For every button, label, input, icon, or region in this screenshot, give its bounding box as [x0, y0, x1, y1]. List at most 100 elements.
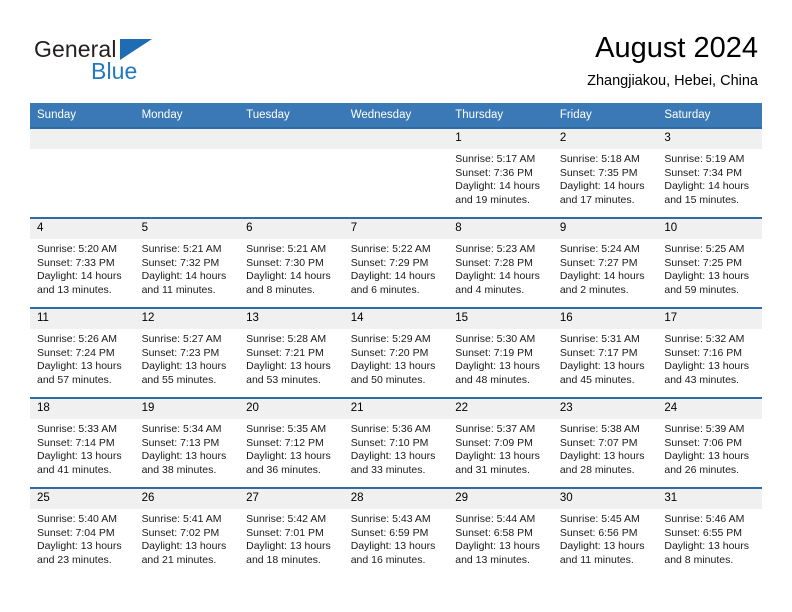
day-number — [134, 129, 240, 149]
day-details: Sunrise: 5:28 AM Sunset: 7:21 PM Daylight:… — [239, 329, 344, 387]
day-number: 12 — [134, 309, 240, 329]
sunset-text: Sunset: 7:12 PM — [246, 436, 324, 449]
day-number: 15 — [448, 309, 553, 329]
sunset-text: Sunset: 7:04 PM — [37, 526, 115, 539]
sunrise-text: Sunrise: 5:30 AM — [455, 333, 536, 345]
day-number: 6 — [239, 219, 344, 239]
calendar-day-cell[interactable]: 11 Sunrise: 5:26 AM Sunset: 7:24 PM Dayligh… — [30, 307, 135, 398]
calendar-day-cell[interactable]: 26 Sunrise: 5:41 AM Sunset: 7:02 PM Dayligh… — [134, 487, 240, 577]
calendar-day-cell[interactable]: 29 Sunrise: 5:44 AM Sunset: 6:58 PM Dayligh… — [448, 487, 553, 577]
logo-text-blue: Blue — [91, 58, 138, 84]
calendar-day-cell[interactable]: 21 Sunrise: 5:36 AM Sunset: 7:10 PM Dayligh… — [343, 397, 449, 488]
calendar-day-cell[interactable]: 7 Sunrise: 5:22 AM Sunset: 7:29 PM Daylight… — [343, 217, 449, 308]
day-number: 1 — [448, 129, 553, 149]
sunset-text: Sunset: 7:29 PM — [350, 256, 429, 269]
daylight-line1-text: Daylight: 13 hours — [455, 360, 540, 373]
daylight-line1-text: Daylight: 13 hours — [246, 360, 331, 373]
sunset-text: Sunset: 7:06 PM — [664, 436, 743, 449]
day-number: 25 — [30, 489, 135, 509]
calendar-day-cell[interactable]: 12 Sunrise: 5:27 AM Sunset: 7:23 PM Dayligh… — [134, 307, 240, 398]
day-details: Sunrise: 5:27 AM Sunset: 7:23 PM Daylight:… — [135, 329, 240, 387]
sunset-text: Sunset: 7:16 PM — [664, 346, 743, 359]
day-number: 22 — [448, 399, 553, 419]
calendar-day-cell[interactable]: 5 Sunrise: 5:21 AM Sunset: 7:32 PM Daylight… — [134, 217, 240, 308]
daylight-line1-text: Daylight: 14 hours — [559, 270, 645, 283]
calendar-day-cell[interactable]: 20 Sunrise: 5:35 AM Sunset: 7:12 PM Dayligh… — [239, 397, 344, 488]
calendar-day-cell[interactable]: 4 Sunrise: 5:20 AM Sunset: 7:33 PM Daylight… — [30, 217, 135, 308]
weekday-header-tuesday: Tuesday — [239, 103, 344, 128]
sunrise-text: Sunrise: 5:42 AM — [246, 513, 327, 525]
day-number: 17 — [657, 309, 762, 329]
daylight-line2-text: and 31 minutes. — [455, 463, 530, 476]
sunset-text: Sunset: 6:55 PM — [664, 526, 743, 539]
calendar-day-cell[interactable]: 14 Sunrise: 5:29 AM Sunset: 7:20 PM Dayligh… — [343, 307, 449, 398]
calendar-day-cell[interactable]: 6 Sunrise: 5:21 AM Sunset: 7:30 PM Daylight… — [239, 217, 344, 308]
daylight-line1-text: Daylight: 13 hours — [559, 450, 645, 463]
daylight-line2-text: and 33 minutes. — [350, 463, 426, 476]
calendar-day-cell[interactable]: 24 Sunrise: 5:39 AM Sunset: 7:06 PM Dayligh… — [657, 397, 762, 488]
calendar-day-cell[interactable]: 13 Sunrise: 5:28 AM Sunset: 7:21 PM Dayligh… — [239, 307, 344, 398]
day-details: Sunrise: 5:38 AM Sunset: 7:07 PM Daylight:… — [553, 419, 658, 477]
day-number: 18 — [30, 399, 135, 419]
sunrise-text: Sunrise: 5:26 AM — [37, 333, 117, 345]
calendar-day-cell[interactable]: 22 Sunrise: 5:37 AM Sunset: 7:09 PM Dayligh… — [448, 397, 553, 488]
sunset-text: Sunset: 7:27 PM — [559, 256, 638, 269]
sunset-text: Sunset: 7:23 PM — [141, 346, 220, 359]
calendar-day-cell[interactable]: 16 Sunrise: 5:31 AM Sunset: 7:17 PM Dayligh… — [552, 307, 658, 398]
daylight-line1-text: Daylight: 13 hours — [559, 360, 645, 373]
daylight-line2-text: and 19 minutes. — [455, 193, 530, 206]
calendar-day-cell[interactable]: 31 Sunrise: 5:46 AM Sunset: 6:55 PM Dayligh… — [657, 487, 762, 577]
day-number: 3 — [657, 129, 762, 149]
calendar-day-cell[interactable]: 1 Sunrise: 5:17 AM Sunset: 7:36 PM Daylight… — [448, 127, 553, 218]
sunrise-text: Sunrise: 5:40 AM — [37, 513, 117, 525]
calendar-day-cell[interactable]: 30 Sunrise: 5:45 AM Sunset: 6:56 PM Dayligh… — [552, 487, 658, 577]
calendar-day-cell[interactable]: 2 Sunrise: 5:18 AM Sunset: 7:35 PM Daylight… — [552, 127, 658, 218]
calendar-day-cell[interactable]: 8 Sunrise: 5:23 AM Sunset: 7:28 PM Daylight… — [448, 217, 553, 308]
calendar-week-row: 4 Sunrise: 5:20 AM Sunset: 7:33 PM Daylight… — [30, 217, 762, 308]
generalblue-logo[interactable]: General Blue — [34, 36, 234, 92]
calendar-day-cell[interactable]: 17 Sunrise: 5:32 AM Sunset: 7:16 PM Dayligh… — [657, 307, 762, 398]
daylight-line1-text: Daylight: 14 hours — [350, 270, 436, 283]
day-number: 30 — [552, 489, 658, 509]
daylight-line1-text: Daylight: 13 hours — [350, 540, 436, 553]
daylight-line2-text: and 6 minutes. — [350, 283, 420, 296]
calendar-day-cell[interactable]: 15 Sunrise: 5:30 AM Sunset: 7:19 PM Dayligh… — [448, 307, 553, 398]
day-number: 7 — [343, 219, 449, 239]
calendar-day-cell[interactable]: 28 Sunrise: 5:43 AM Sunset: 6:59 PM Dayligh… — [343, 487, 449, 577]
calendar-day-cell[interactable]: 25 Sunrise: 5:40 AM Sunset: 7:04 PM Dayligh… — [30, 487, 135, 577]
sunrise-text: Sunrise: 5:22 AM — [350, 243, 431, 255]
calendar-day-cell[interactable]: 10 Sunrise: 5:25 AM Sunset: 7:25 PM Dayligh… — [657, 217, 762, 308]
daylight-line1-text: Daylight: 14 hours — [246, 270, 331, 283]
sunrise-text: Sunrise: 5:34 AM — [141, 423, 222, 435]
calendar-day-cell[interactable]: 9 Sunrise: 5:24 AM Sunset: 7:27 PM Daylight… — [552, 217, 658, 308]
daylight-line1-text: Daylight: 13 hours — [664, 540, 750, 553]
weekday-header-wednesday: Wednesday — [343, 103, 449, 128]
daylight-line2-text: and 36 minutes. — [246, 463, 321, 476]
sunrise-text: Sunrise: 5:32 AM — [664, 333, 745, 345]
day-details: Sunrise: 5:17 AM Sunset: 7:36 PM Daylight:… — [448, 149, 553, 207]
calendar-day-cell[interactable]: 27 Sunrise: 5:42 AM Sunset: 7:01 PM Dayligh… — [239, 487, 344, 577]
daylight-line2-text: and 2 minutes. — [559, 283, 629, 296]
sunset-text: Sunset: 7:01 PM — [246, 526, 324, 539]
weekday-header-monday: Monday — [134, 103, 240, 128]
daylight-line1-text: Daylight: 13 hours — [141, 540, 227, 553]
calendar-day-cell[interactable]: 3 Sunrise: 5:19 AM Sunset: 7:34 PM Daylight… — [657, 127, 762, 218]
daylight-line2-text: and 38 minutes. — [141, 463, 217, 476]
sunset-text: Sunset: 7:21 PM — [246, 346, 324, 359]
daylight-line1-text: Daylight: 13 hours — [141, 450, 227, 463]
calendar-cell-empty — [343, 127, 449, 218]
calendar-week-row: 25 Sunrise: 5:40 AM Sunset: 7:04 PM Dayligh… — [30, 487, 762, 577]
sunrise-text: Sunrise: 5:21 AM — [141, 243, 222, 255]
calendar-cell-empty — [239, 127, 344, 218]
page-title: August 2024 — [595, 32, 758, 64]
daylight-line2-text: and 45 minutes. — [559, 373, 635, 386]
daylight-line2-text: and 4 minutes. — [455, 283, 525, 296]
daylight-line1-text: Daylight: 13 hours — [37, 540, 122, 553]
daylight-line1-text: Daylight: 13 hours — [455, 540, 540, 553]
daylight-line2-text: and 43 minutes. — [664, 373, 740, 386]
sunrise-text: Sunrise: 5:41 AM — [141, 513, 222, 525]
calendar-day-cell[interactable]: 18 Sunrise: 5:33 AM Sunset: 7:14 PM Dayligh… — [30, 397, 135, 488]
daylight-line1-text: Daylight: 14 hours — [455, 270, 540, 283]
calendar-day-cell[interactable]: 23 Sunrise: 5:38 AM Sunset: 7:07 PM Dayligh… — [552, 397, 658, 488]
calendar-day-cell[interactable]: 19 Sunrise: 5:34 AM Sunset: 7:13 PM Dayligh… — [134, 397, 240, 488]
